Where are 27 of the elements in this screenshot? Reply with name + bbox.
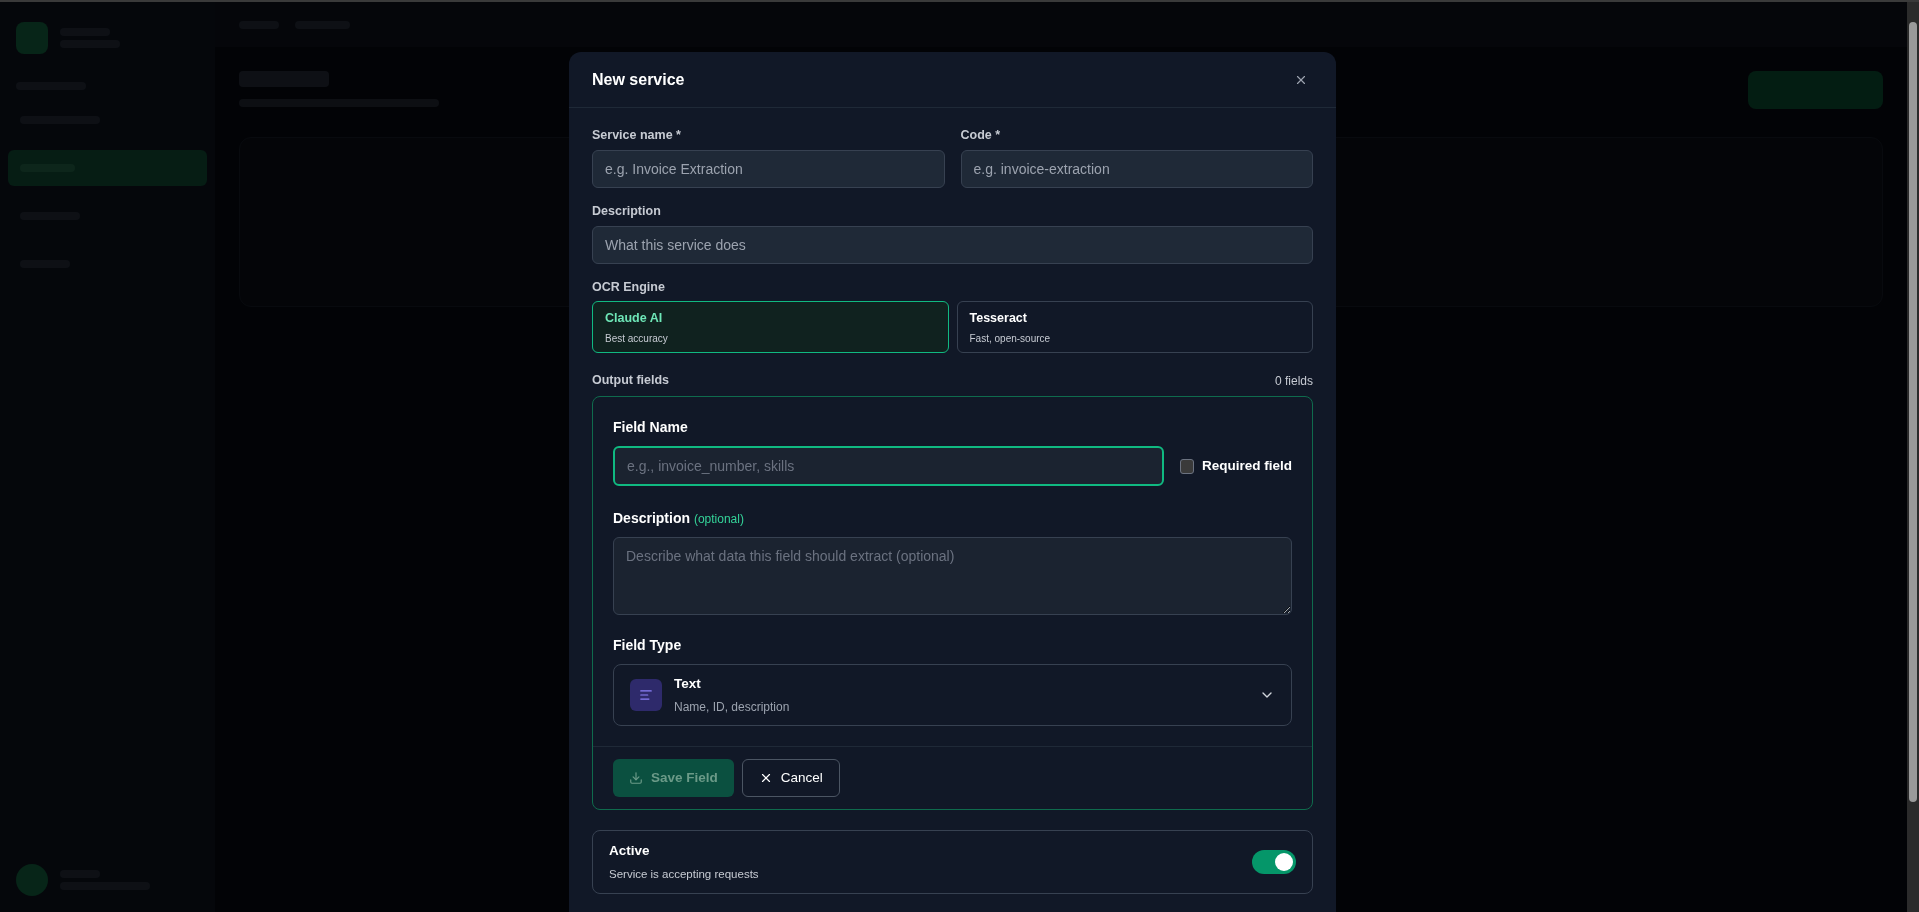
description-textarea[interactable]: Describe what data this field should extract (optional) (613, 537, 1292, 615)
field-count: 0 fields (1274, 372, 1313, 390)
field-label: Service name * (592, 127, 682, 144)
lines-icon (630, 679, 662, 711)
text-input[interactable]: What this service does (592, 225, 1313, 264)
field-label: Code * (960, 127, 1002, 144)
download-icon (629, 771, 643, 785)
field-label: OCR Engine (592, 278, 666, 296)
setting-title: Active (609, 842, 651, 861)
field-label: Field Type (613, 636, 683, 655)
dialog-title: New service (592, 69, 685, 90)
checkbox-label: Required field (1202, 456, 1292, 475)
setting-description: Service is accepting requests (609, 866, 759, 882)
field-label: Description (optional) (613, 509, 745, 528)
field-name-input[interactable]: e.g., invoice_number, skills (613, 446, 1164, 486)
cancel-button[interactable]: Cancel (741, 759, 840, 797)
engine-option[interactable]: Claude AI Best accuracy (592, 301, 949, 354)
field-type-select[interactable]: Text Name, ID, description (613, 664, 1292, 726)
field-label: Description (592, 202, 662, 220)
text-input[interactable]: e.g. Invoice Extraction (592, 149, 945, 188)
active-toggle[interactable] (1252, 850, 1296, 874)
text-input[interactable]: e.g. invoice-extraction (960, 149, 1313, 188)
section-label: Output fields (592, 372, 670, 390)
logo-tile (16, 22, 48, 54)
engine-option[interactable]: Tesseract Fast, open-source (956, 301, 1313, 354)
required-checkbox[interactable] (1180, 458, 1194, 474)
field-label: Field Name (613, 418, 689, 437)
